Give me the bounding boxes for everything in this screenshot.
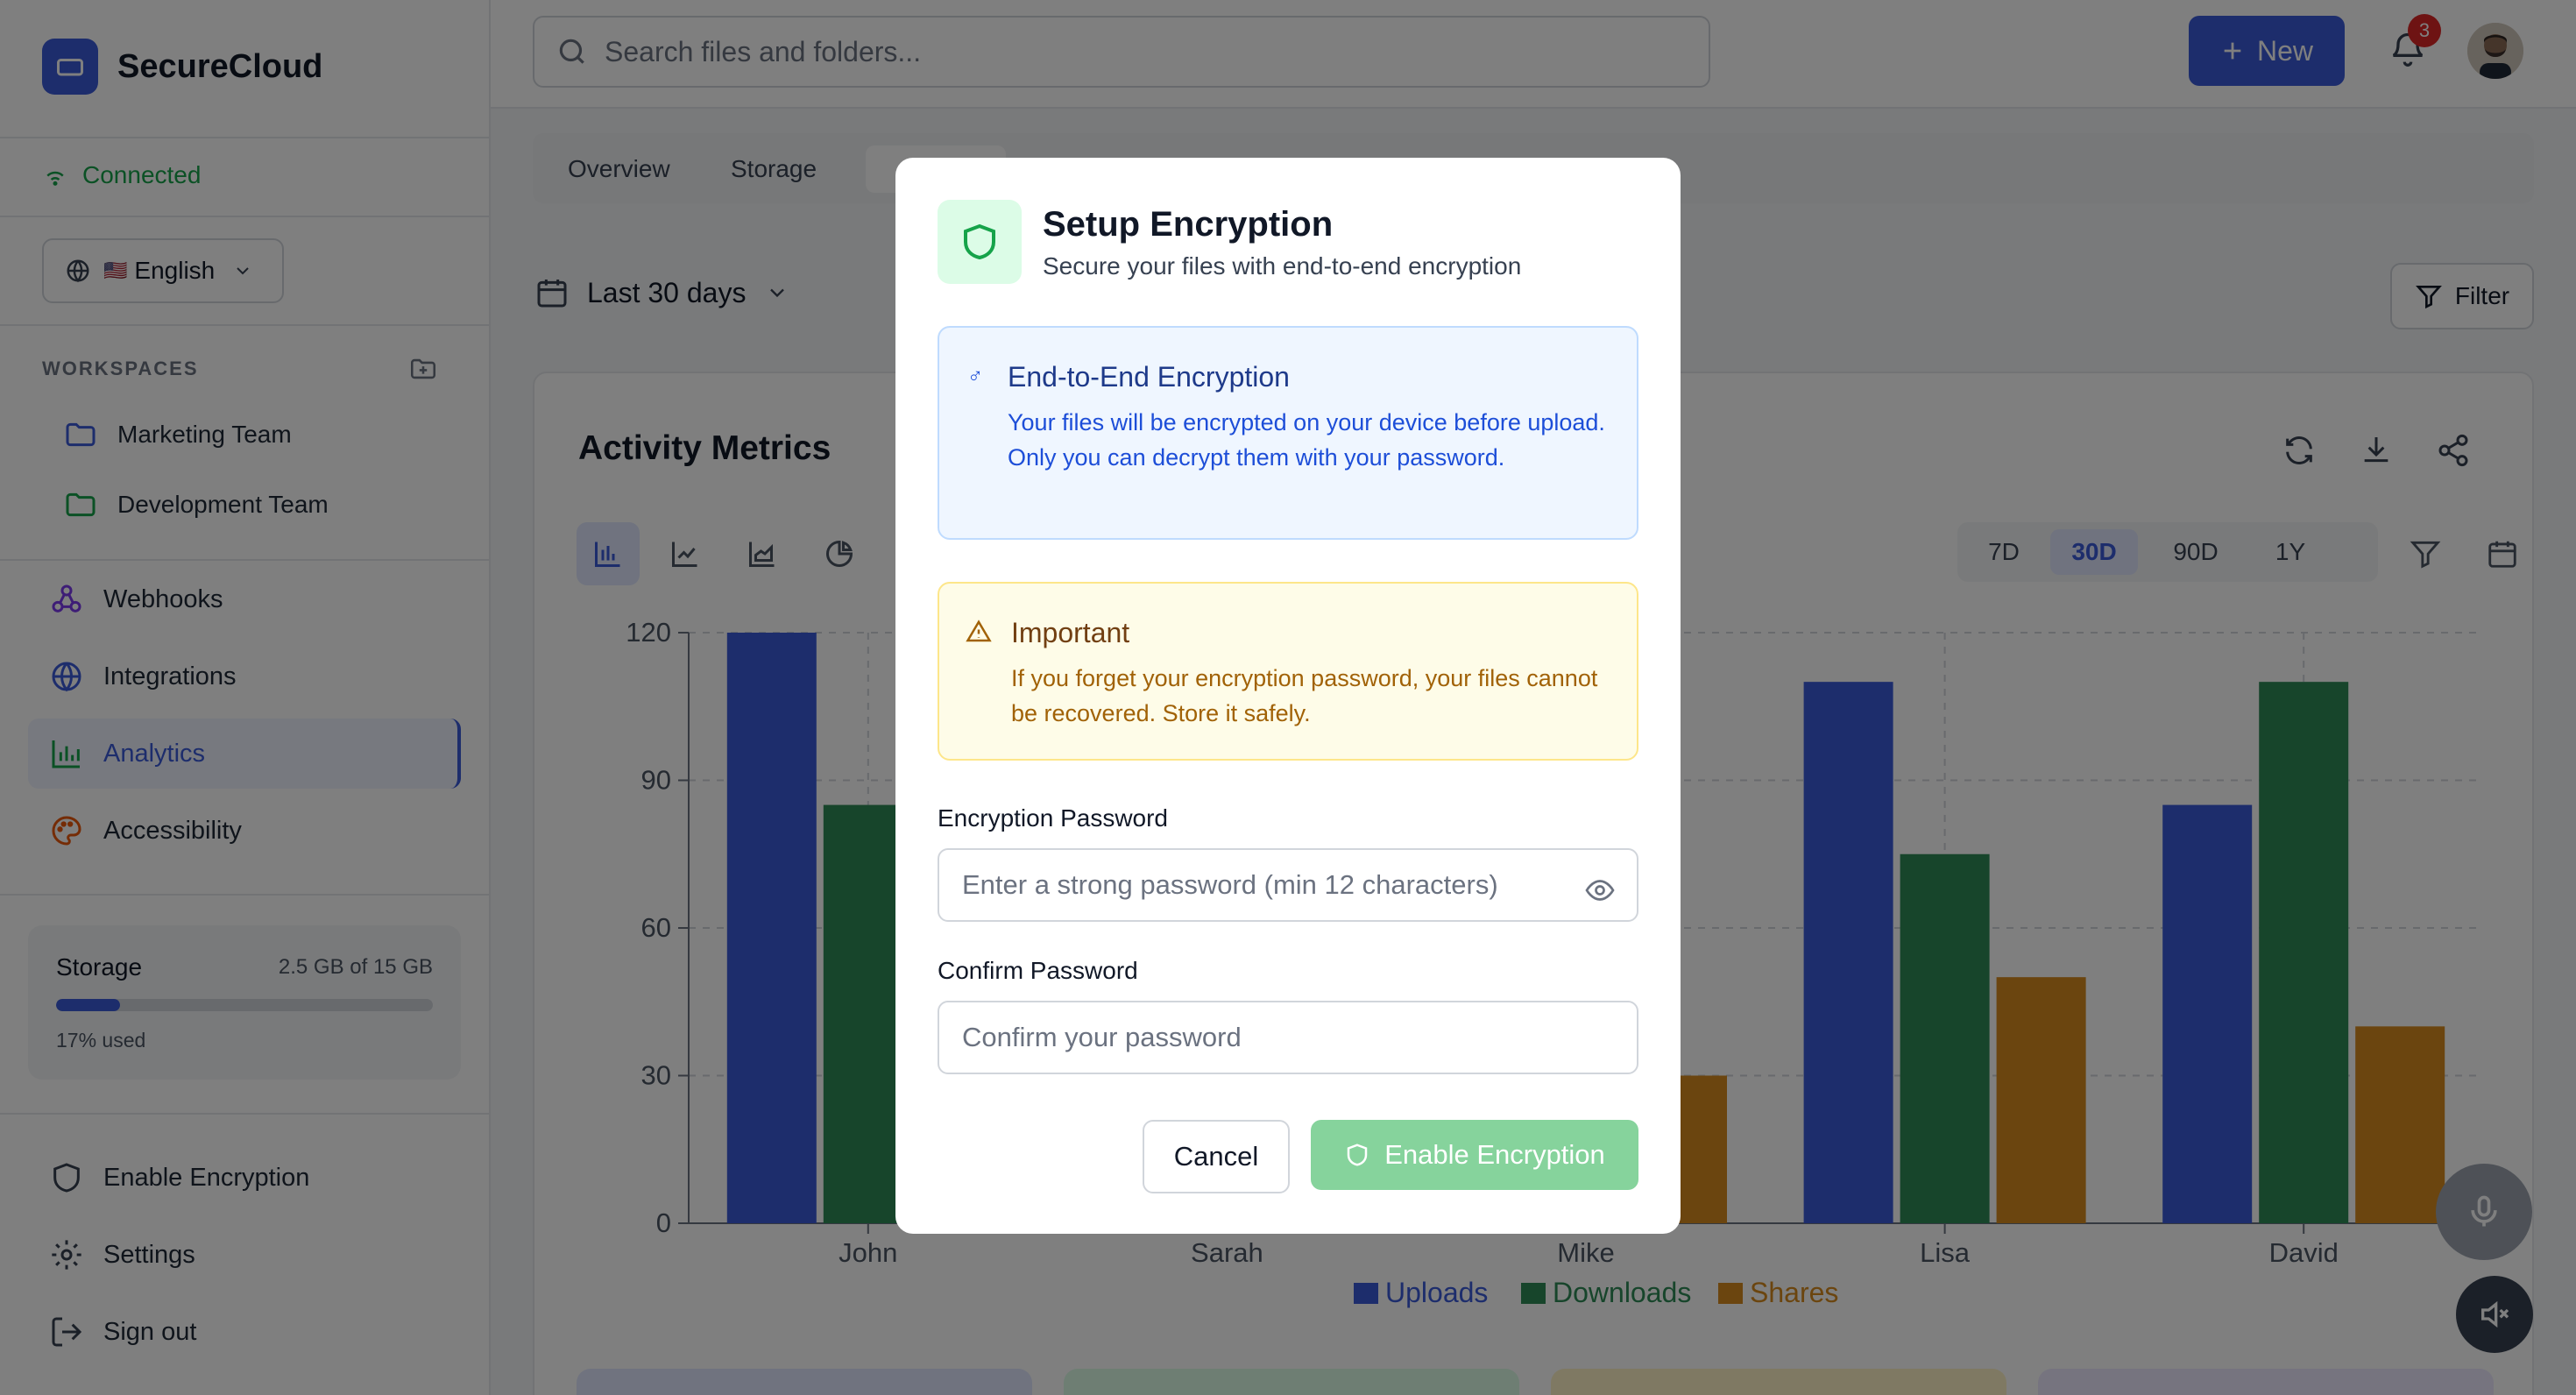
info-box: ♂ End-to-End Encryption Your files will … [938,326,1638,540]
key-icon: ♂ [967,365,983,388]
enable-encryption-button[interactable]: Enable Encryption [1311,1120,1638,1190]
warning-title: Important [1011,617,1130,648]
warning-box: Important If you forget your encryption … [938,582,1638,761]
warning-text: If you forget your encryption password, … [1011,665,1598,726]
shield-icon [1347,1144,1368,1166]
info-title: End-to-End Encryption [1008,361,1290,393]
shield-icon [938,200,1022,284]
password-input[interactable] [938,848,1638,922]
setup-encryption-dialog: Setup Encryption Secure your files with … [895,158,1681,1234]
confirm-password-label: Confirm Password [938,957,1138,984]
app-root: SecureCloud Connected 🇺🇸 English WORKSPA… [0,0,2576,1395]
enable-encryption-label: Enable Encryption [1384,1139,1605,1170]
dialog-subtitle: Secure your files with end-to-end encryp… [1043,252,1522,280]
confirm-password-input[interactable] [938,1001,1638,1074]
cancel-button[interactable]: Cancel [1143,1120,1290,1193]
warning-icon [966,619,992,649]
password-label: Encryption Password [938,804,1169,832]
info-text: Your files will be encrypted on your dev… [1008,409,1605,471]
eye-icon[interactable] [1584,875,1616,910]
dialog-title: Setup Encryption [1043,205,1334,244]
